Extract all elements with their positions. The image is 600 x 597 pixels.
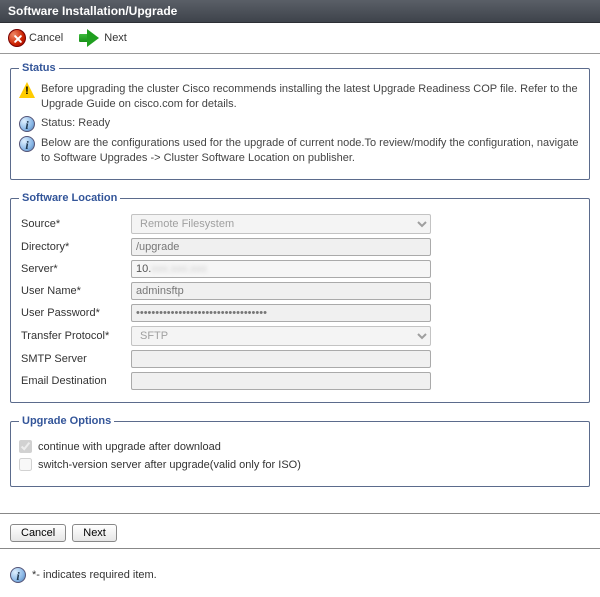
- username-label: User Name: [21, 285, 77, 297]
- protocol-label: Transfer Protocol: [21, 330, 105, 342]
- options-fieldset: Upgrade Options continue with upgrade af…: [10, 415, 590, 487]
- next-arrow-icon: [77, 29, 101, 47]
- page-title-text: Software Installation/Upgrade: [8, 4, 177, 18]
- status-warning-row: Before upgrading the cluster Cisco recom…: [19, 82, 581, 112]
- status-fieldset: Status Before upgrading the cluster Cisc…: [10, 62, 590, 180]
- next-button[interactable]: Next: [77, 29, 127, 47]
- info-icon: [10, 567, 26, 583]
- password-input[interactable]: [131, 304, 431, 322]
- footnote-row: *- indicates required item.: [0, 559, 600, 597]
- switch-option: switch-version server after upgrade(vali…: [19, 458, 581, 471]
- options-legend: Upgrade Options: [19, 415, 114, 427]
- smtp-input[interactable]: [131, 350, 431, 368]
- location-form: Source* Remote Filesystem Directory* Ser…: [19, 212, 581, 392]
- bottom-button-row: Cancel Next: [0, 524, 600, 542]
- next-label: Next: [104, 32, 127, 44]
- next-button-bottom[interactable]: Next: [72, 524, 117, 542]
- status-legend: Status: [19, 62, 59, 74]
- toolbar: Cancel Next: [0, 23, 600, 54]
- cancel-label: Cancel: [29, 32, 63, 44]
- username-input[interactable]: [131, 282, 431, 300]
- email-label: Email Destination: [21, 375, 107, 387]
- directory-label: Directory: [21, 241, 65, 253]
- protocol-select[interactable]: SFTP: [131, 326, 431, 346]
- page-title: Software Installation/Upgrade: [0, 0, 600, 23]
- info-icon: [19, 116, 35, 132]
- switch-label: switch-version server after upgrade(vali…: [38, 459, 301, 471]
- status-info-text: Below are the configurations used for th…: [41, 136, 581, 166]
- directory-input[interactable]: [131, 238, 431, 256]
- location-fieldset: Software Location Source* Remote Filesys…: [10, 192, 590, 403]
- switch-checkbox[interactable]: [19, 458, 32, 471]
- footnote-text: *- indicates required item.: [32, 569, 157, 581]
- status-ready-row: Status: Ready: [19, 116, 581, 132]
- continue-label: continue with upgrade after download: [38, 441, 221, 453]
- status-warning-text: Before upgrading the cluster Cisco recom…: [41, 82, 581, 112]
- warning-icon: [19, 82, 35, 98]
- continue-option: continue with upgrade after download: [19, 440, 581, 453]
- status-info-row: Below are the configurations used for th…: [19, 136, 581, 166]
- separator: [0, 513, 600, 514]
- email-input[interactable]: [131, 372, 431, 390]
- server-label: Server: [21, 263, 53, 275]
- server-input[interactable]: 10.xxx.xxx.xxx: [131, 260, 431, 278]
- info-icon: [19, 136, 35, 152]
- cancel-button[interactable]: Cancel: [8, 29, 63, 47]
- cancel-icon: [8, 29, 26, 47]
- server-redacted: xxx.xxx.xxx: [151, 263, 207, 275]
- status-ready-text: Status: Ready: [41, 116, 110, 131]
- cancel-button-bottom[interactable]: Cancel: [10, 524, 66, 542]
- separator: [0, 548, 600, 549]
- source-select[interactable]: Remote Filesystem: [131, 214, 431, 234]
- continue-checkbox[interactable]: [19, 440, 32, 453]
- server-prefix-text: 10.: [136, 263, 151, 275]
- source-label: Source: [21, 218, 56, 230]
- password-label: User Password: [21, 307, 96, 319]
- location-legend: Software Location: [19, 192, 120, 204]
- smtp-label: SMTP Server: [21, 353, 87, 365]
